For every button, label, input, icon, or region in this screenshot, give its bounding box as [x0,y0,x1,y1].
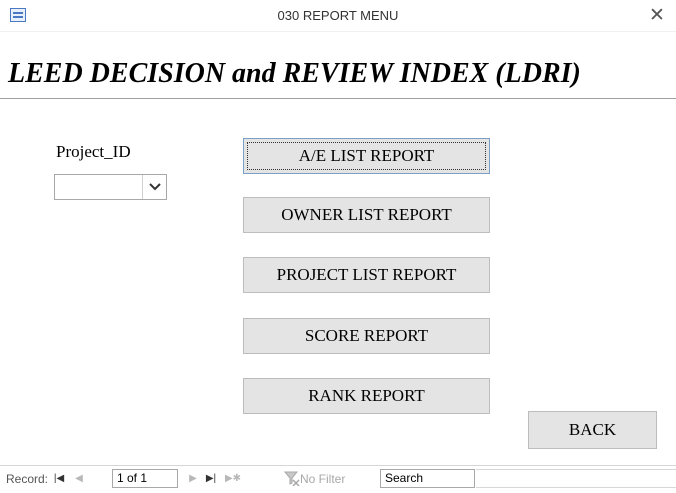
project-list-report-label: PROJECT LIST REPORT [276,265,457,284]
previous-record-icon[interactable]: ◀ [72,470,86,488]
back-button[interactable]: BACK [528,411,657,449]
owner-list-report-button[interactable]: OWNER LIST REPORT [243,197,490,233]
record-label: Record: [6,472,49,486]
filter-icon[interactable] [283,470,300,489]
owner-list-report-label: OWNER LIST REPORT [281,205,452,224]
last-record-icon[interactable]: ▶| [204,470,218,488]
rank-report-button[interactable]: RANK REPORT [243,378,490,414]
close-button[interactable]: ✕ [646,2,668,28]
first-record-icon[interactable]: |◀ [52,470,66,488]
page-title: LEED DECISION and REVIEW INDEX (LDRI) [8,58,581,89]
chevron-down-icon[interactable] [142,175,166,199]
back-label: BACK [568,420,617,439]
ae-list-report-label: A/E LIST REPORT [298,146,435,165]
new-record-icon[interactable]: ▶✱ [222,470,244,488]
score-report-label: SCORE REPORT [304,326,429,345]
next-record-icon[interactable]: ▶ [186,470,200,488]
record-navigation-bar: Record: |◀ ◀ 1 of 1 ▶ ▶| ▶✱ No Filter Se… [0,465,676,493]
header-divider [0,98,676,99]
search-input[interactable]: Search [380,469,475,488]
window-title: 030 REPORT MENU [277,8,399,23]
score-report-button[interactable]: SCORE REPORT [243,318,490,354]
ae-list-report-button[interactable]: A/E LIST REPORT [243,138,490,174]
project-id-label: Project_ID [56,142,131,161]
horizontal-scrollbar[interactable] [476,469,676,488]
title-bar: 030 REPORT MENU ✕ [0,0,676,32]
current-record-field[interactable]: 1 of 1 [112,469,178,488]
project-list-report-button[interactable]: PROJECT LIST REPORT [243,257,490,293]
project-id-combobox[interactable] [54,174,167,200]
rank-report-label: RANK REPORT [308,386,425,405]
filter-status[interactable]: No Filter [300,472,345,486]
